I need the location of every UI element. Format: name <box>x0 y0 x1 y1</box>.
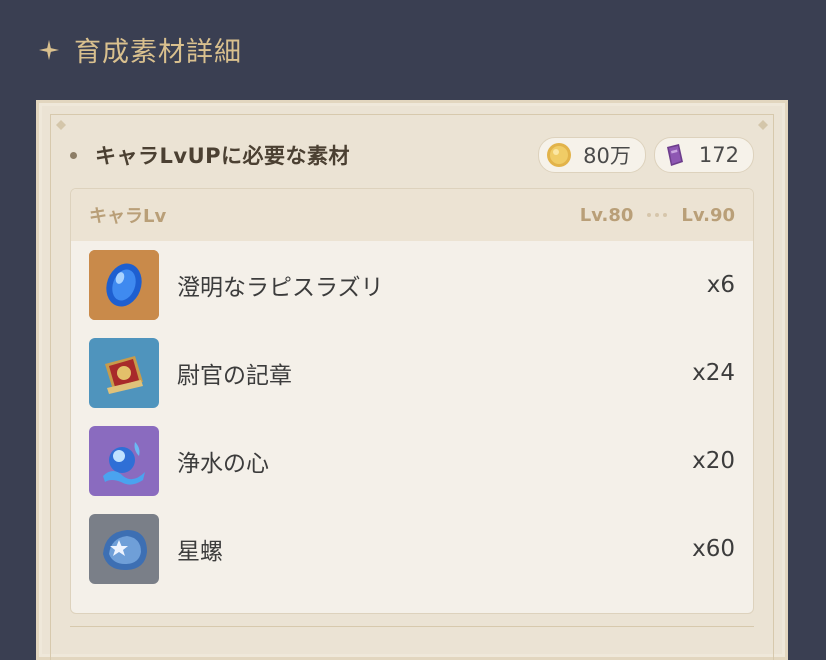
exp-book-icon <box>666 144 683 166</box>
material-row[interactable]: 浄水の心 x20 <box>71 417 753 505</box>
lapis-lazuli-gem-icon <box>89 250 159 320</box>
corner-ornament-icon <box>56 120 66 130</box>
material-name: 星螺 <box>177 539 223 565</box>
material-name: 浄水の心 <box>177 451 269 477</box>
page-header: 育成素材詳細 <box>38 30 242 69</box>
material-panel: キャラLvUPに必要な素材 80万 172 キャラLv Lv.80 Lv.90 … <box>36 100 788 660</box>
material-row[interactable]: 尉官の記章 x24 <box>71 329 753 417</box>
exp-book-cost-value: 172 <box>698 143 739 167</box>
material-quantity: x24 <box>692 360 735 386</box>
bullet-icon <box>70 151 77 159</box>
range-dots-icon <box>647 213 668 217</box>
level-range: Lv.80 Lv.90 <box>580 205 735 226</box>
corner-ornament-icon <box>758 120 768 130</box>
water-heart-icon <box>89 426 159 496</box>
section-divider <box>70 626 754 627</box>
section-title: キャラLvUPに必要な素材 <box>95 144 351 168</box>
material-quantity: x60 <box>692 536 735 562</box>
material-quantity: x20 <box>692 448 735 474</box>
level-to: Lv.90 <box>681 204 735 226</box>
material-row[interactable]: 澄明なラピスラズリ x6 <box>71 241 753 329</box>
level-from: Lv.80 <box>579 204 634 226</box>
exp-book-cost-pill: 172 <box>653 137 754 173</box>
table-header-label: キャラLv <box>89 206 167 227</box>
material-table: キャラLv Lv.80 Lv.90 澄明なラピスラズリ x6 尉官の記章 x24… <box>70 188 754 614</box>
sparkle-icon <box>38 39 60 60</box>
material-name: 澄明なラピスラズリ <box>177 275 384 301</box>
table-header: キャラLv Lv.80 Lv.90 <box>71 189 753 241</box>
mora-cost-value: 80万 <box>583 144 631 168</box>
section-header: キャラLvUPに必要な素材 80万 172 <box>70 137 754 173</box>
insignia-icon <box>89 338 159 408</box>
page-title: 育成素材詳細 <box>74 37 242 68</box>
starconch-icon <box>89 514 159 584</box>
cost-summary: 80万 172 <box>538 137 754 173</box>
material-row[interactable]: 星螺 x60 <box>71 505 753 593</box>
mora-cost-pill: 80万 <box>538 137 646 173</box>
material-name: 尉官の記章 <box>177 363 292 389</box>
mora-coin-icon <box>547 143 572 167</box>
material-quantity: x6 <box>706 272 735 298</box>
